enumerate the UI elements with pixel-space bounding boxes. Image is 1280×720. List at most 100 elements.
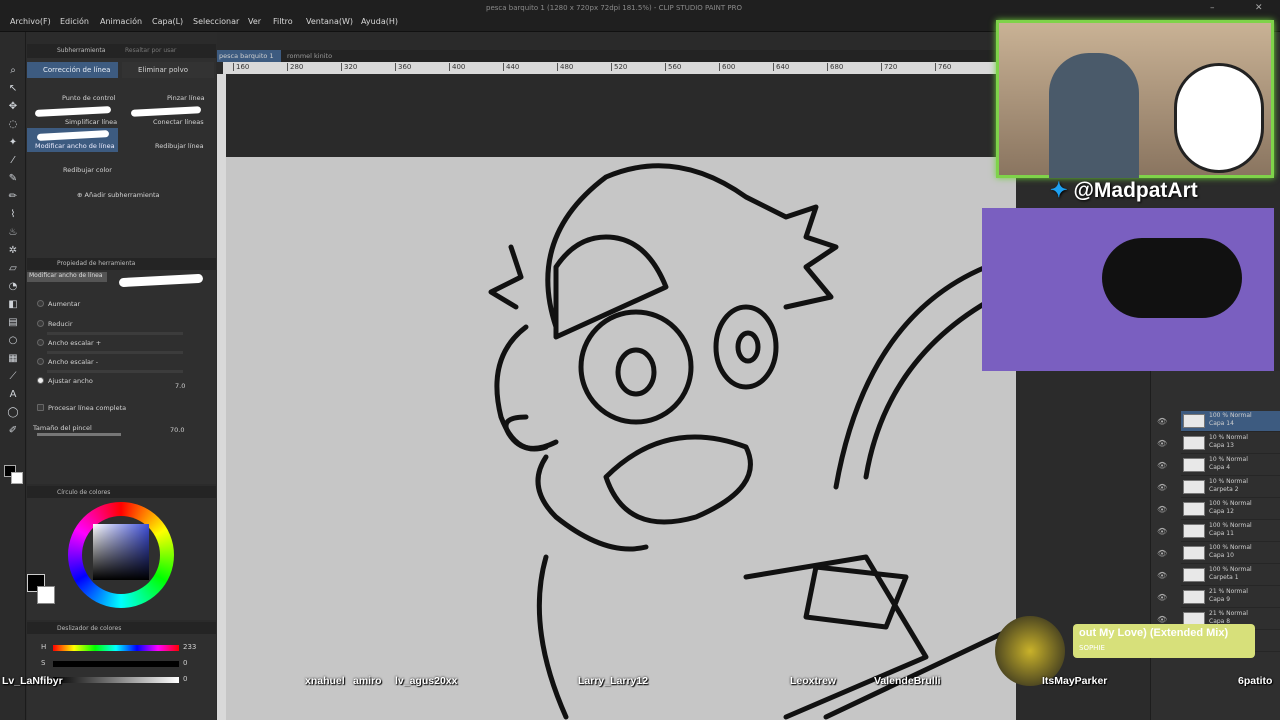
saturation-slider[interactable] xyxy=(53,661,179,667)
layer-visibility-icon[interactable]: 👁 xyxy=(1157,461,1167,470)
webcam-feed xyxy=(996,20,1274,178)
subitem-modify-line-width[interactable]: Modificar ancho de línea xyxy=(35,142,115,150)
tab-line-correction[interactable]: Corrección de línea xyxy=(27,62,118,78)
layer-thumbnail xyxy=(1183,480,1205,494)
menu-ventana[interactable]: Ventana(W) xyxy=(306,17,353,26)
menu-edicion[interactable]: Edición xyxy=(60,17,89,26)
twitter-icon: ✦ xyxy=(1050,179,1068,202)
brush-size-value[interactable]: 70.0 xyxy=(170,426,184,434)
layer-visibility-icon[interactable]: 👁 xyxy=(1157,527,1167,536)
menu-seleccionar[interactable]: Seleccionar xyxy=(193,17,239,26)
h-label: H xyxy=(41,643,47,651)
layer-visibility-icon[interactable]: 👁 xyxy=(1157,439,1167,448)
layer-visibility-icon[interactable]: 👁 xyxy=(1157,417,1167,426)
layer-row[interactable]: 100 % Normal Capa 12 xyxy=(1181,499,1280,520)
add-subtool-button[interactable]: ⊕ Añadir subherramienta xyxy=(77,191,160,199)
minimize-icon[interactable]: – xyxy=(1210,3,1215,13)
chat-user: lv_agus20xx xyxy=(395,675,458,687)
layer-visibility-icon[interactable]: 👁 xyxy=(1157,571,1167,580)
layer-visibility-icon[interactable]: 👁 xyxy=(1157,549,1167,558)
option-width-scale-minus[interactable]: Ancho escalar - xyxy=(37,358,98,366)
operation-tool-icon[interactable]: ↖ xyxy=(5,82,21,96)
adjust-width-value[interactable]: 7.0 xyxy=(175,382,185,390)
hue-slider[interactable] xyxy=(53,645,179,651)
tab-document-2[interactable]: rommel kinito xyxy=(285,50,334,62)
menu-animacion[interactable]: Animación xyxy=(100,17,142,26)
layer-row[interactable]: 21 % Normal Capa 9 xyxy=(1181,587,1280,608)
reduce-bar xyxy=(47,332,183,335)
stream-handle: ✦ @MadpatArt xyxy=(1050,178,1280,204)
brush-size-slider[interactable] xyxy=(37,433,121,436)
pen-tool-icon[interactable]: ✎ xyxy=(5,172,21,186)
layer-row[interactable]: 10 % Normal Carpeta 2 xyxy=(1181,477,1280,498)
chat-user: ItsMayParker xyxy=(1042,675,1108,687)
vertical-ruler xyxy=(217,74,226,720)
layer-row[interactable]: 100 % Normal Carpeta 1 xyxy=(1181,565,1280,586)
process-full-line[interactable]: Procesar línea completa xyxy=(37,404,126,412)
menu-capa[interactable]: Capa(L) xyxy=(152,17,183,26)
layer-row[interactable]: 100 % Normal Capa 14 xyxy=(1181,411,1280,432)
tab-document-1[interactable]: pesca barquito 1 xyxy=(217,50,281,62)
ruler-tick-label: 720 xyxy=(881,63,897,71)
tab-remove-dust[interactable]: Eliminar polvo xyxy=(122,62,214,78)
move-tool-icon[interactable]: ✥ xyxy=(5,100,21,114)
color-sub-swatch[interactable] xyxy=(37,586,55,604)
pencil-tool-icon[interactable]: ✏ xyxy=(5,190,21,204)
option-adjust-width[interactable]: Ajustar ancho xyxy=(37,377,93,385)
song-artist: SOPHIE xyxy=(1079,644,1105,652)
blend-tool-icon[interactable]: ◔ xyxy=(5,280,21,294)
subitem-simplify-line[interactable]: Simplificar línea xyxy=(65,118,117,126)
selection-tool-icon[interactable]: ◌ xyxy=(5,118,21,132)
brush-tool-icon[interactable]: ⌇ xyxy=(5,208,21,222)
zoom-tool-icon[interactable]: ⌕ xyxy=(5,64,21,78)
gradient-tool-icon[interactable]: ▤ xyxy=(5,316,21,330)
airbrush-tool-icon[interactable]: ♨ xyxy=(5,226,21,240)
saturation-value-square[interactable] xyxy=(93,524,149,580)
frame-tool-icon[interactable]: ▦ xyxy=(5,352,21,366)
drawing-canvas[interactable] xyxy=(226,157,1019,720)
option-increase[interactable]: Aumentar xyxy=(37,300,80,308)
subitem-redraw-color[interactable]: Redibujar color xyxy=(63,166,112,174)
layer-row[interactable]: 10 % Normal Capa 13 xyxy=(1181,433,1280,454)
option-reduce[interactable]: Reducir xyxy=(37,320,73,328)
sub-color-swatch[interactable] xyxy=(11,472,23,484)
document-tabs: pesca barquito 1 rommel kinito xyxy=(217,50,997,62)
property-header: Propiedad de herramienta xyxy=(27,258,216,270)
layer-row[interactable]: 100 % Normal Capa 10 xyxy=(1181,543,1280,564)
layer-row[interactable]: 10 % Normal Capa 4 xyxy=(1181,455,1280,476)
layer-row[interactable]: 100 % Normal Capa 11 xyxy=(1181,521,1280,542)
layer-visibility-icon[interactable]: 👁 xyxy=(1157,593,1167,602)
color-wheel-panel: Círculo de colores xyxy=(27,486,216,620)
menu-filtro[interactable]: Filtro xyxy=(273,17,293,26)
fill-tool-icon[interactable]: ◧ xyxy=(5,298,21,312)
balloon-tool-icon[interactable]: ◯ xyxy=(5,406,21,420)
close-icon[interactable]: ✕ xyxy=(1255,3,1263,13)
h-value[interactable]: 233 xyxy=(183,643,196,651)
figure-tool-icon[interactable]: ○ xyxy=(5,334,21,348)
subitem-control-point[interactable]: Punto de control xyxy=(62,94,115,102)
decoration-tool-icon[interactable]: ✲ xyxy=(5,244,21,258)
chin xyxy=(535,454,649,552)
subitem-redraw-line[interactable]: Redibujar línea xyxy=(155,142,204,150)
right-eye-inner xyxy=(735,330,761,364)
s-value[interactable]: 0 xyxy=(183,659,187,667)
menu-ver[interactable]: Ver xyxy=(248,17,261,26)
menu-ayuda[interactable]: Ayuda(H) xyxy=(361,17,398,26)
chat-overlay: Lv_LaNfibyr xnahuel amiro lv_agus20xx La… xyxy=(0,670,1280,720)
layer-visibility-icon[interactable]: 👁 xyxy=(1157,483,1167,492)
text-tool-icon[interactable]: A xyxy=(5,388,21,402)
song-card: out My Love) (Extended Mix) SOPHIE xyxy=(1073,624,1255,658)
eraser-tool-icon[interactable]: ▱ xyxy=(5,262,21,276)
subitem-connect-lines[interactable]: Conectar líneas xyxy=(153,118,204,126)
eyedropper-icon[interactable]: ⁄ xyxy=(5,154,21,168)
ruler-tool-icon[interactable]: ⟋ xyxy=(5,370,21,384)
ruler-tick-label: 320 xyxy=(341,63,357,71)
menu-archivo[interactable]: Archivo(F) xyxy=(10,17,51,26)
line-correction-tool-icon[interactable]: ✐ xyxy=(5,424,21,438)
option-adjust-width-label: Ajustar ancho xyxy=(48,377,93,385)
horizontal-ruler: 160 280 320 360 400 440 480 520 560 600 640 680 720 7… xyxy=(223,62,997,74)
subitem-pinch-line[interactable]: Pinzar línea xyxy=(167,94,205,102)
magic-wand-icon[interactable]: ✦ xyxy=(5,136,21,150)
layer-visibility-icon[interactable]: 👁 xyxy=(1157,505,1167,514)
option-width-scale-plus[interactable]: Ancho escalar + xyxy=(37,339,101,347)
